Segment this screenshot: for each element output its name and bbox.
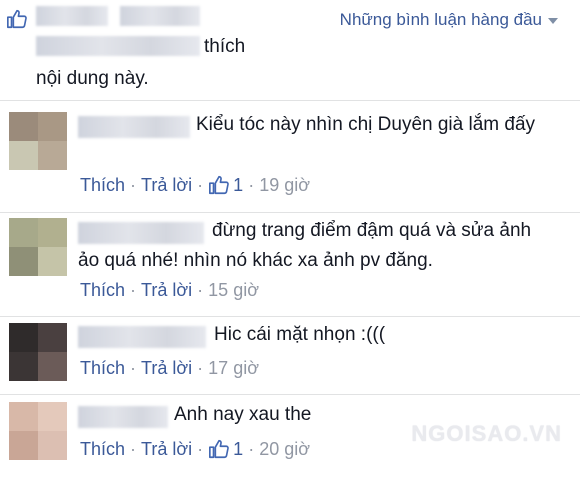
like-link[interactable]: Thích: [80, 358, 125, 379]
comment-item: đừng trang điểm đậm quá và sửa ảnh ảo qu…: [0, 212, 580, 320]
comment-text: Kiểu tóc này nhìn chị Duyên già lắm đấy: [196, 114, 536, 135]
avatar[interactable]: [9, 323, 67, 381]
avatar-pixel: [9, 247, 38, 276]
avatar-pixel: [38, 218, 67, 247]
like-count[interactable]: 1: [208, 438, 243, 460]
comment-time[interactable]: 19 giờ: [259, 175, 310, 196]
avatar[interactable]: [9, 218, 67, 276]
like-count-value: 1: [233, 438, 244, 459]
reply-link[interactable]: Trả lời: [141, 280, 192, 301]
avatar-pixel: [9, 112, 38, 141]
liker-names-blurred: [36, 6, 108, 26]
avatar-pixel: [9, 141, 38, 170]
separator-dot: ·: [248, 174, 255, 195]
like-link[interactable]: Thích: [80, 175, 125, 196]
separator-dot: ·: [130, 174, 137, 195]
separator-dot: ·: [248, 438, 255, 459]
avatar-pixel: [38, 112, 67, 141]
avatar-pixel: [38, 402, 67, 431]
chevron-down-icon: [548, 18, 558, 24]
like-link[interactable]: Thích: [80, 439, 125, 460]
watermark: NGOISAO.VN: [411, 421, 562, 446]
comment-sort-label: Những bình luận hàng đầu: [339, 10, 542, 29]
avatar-pixel: [38, 431, 67, 460]
reply-link[interactable]: Trả lời: [141, 439, 192, 460]
avatar[interactable]: [9, 402, 67, 460]
comment-item: Kiểu tóc này nhìn chị Duyên già lắm đấy …: [0, 100, 580, 212]
separator-dot: ·: [130, 358, 137, 378]
avatar-pixel: [38, 323, 67, 352]
comment-time[interactable]: 17 giờ: [208, 358, 259, 379]
likes-summary-line2: nội dung này.: [36, 68, 149, 89]
likes-summary-suffix: thích: [204, 36, 246, 57]
comment-time[interactable]: 20 giờ: [259, 439, 310, 460]
avatar-pixel: [9, 431, 38, 460]
comment-actions: Thích · Trả lời · 1 · 19 giờ: [80, 174, 310, 196]
like-icon: [7, 9, 27, 29]
reply-link[interactable]: Trả lời: [141, 358, 192, 379]
avatar-pixel: [38, 352, 67, 381]
avatar-pixel: [38, 141, 67, 170]
comment-item: Hic cái mặt nhọn :((( Thích · Trả lời · …: [0, 316, 580, 396]
separator-dot: ·: [197, 280, 204, 300]
like-icon: [209, 439, 230, 459]
separator-dot: ·: [130, 280, 137, 300]
like-count[interactable]: 1: [208, 174, 243, 196]
avatar-pixel: [9, 402, 38, 431]
separator-dot: ·: [197, 174, 204, 195]
liker-names-blurred: [36, 36, 200, 56]
liker-names-blurred: [120, 6, 200, 26]
avatar-pixel: [9, 323, 38, 352]
avatar-pixel: [38, 247, 67, 276]
comment-actions: Thích · Trả lời · 1 · 20 giờ: [80, 438, 310, 460]
like-count-value: 1: [233, 174, 244, 195]
separator-dot: ·: [197, 358, 204, 378]
avatar[interactable]: [9, 112, 67, 170]
comment-actions: Thích · Trả lời · 15 giờ: [80, 280, 259, 301]
like-link[interactable]: Thích: [80, 280, 125, 301]
separator-dot: ·: [130, 438, 137, 459]
comment-text: Hic cái mặt nhọn :(((: [214, 324, 386, 345]
separator-dot: ·: [197, 438, 204, 459]
comment-actions: Thích · Trả lời · 17 giờ: [80, 358, 259, 379]
avatar-pixel: [9, 218, 38, 247]
like-icon: [209, 175, 230, 195]
comment-time[interactable]: 15 giờ: [208, 280, 259, 301]
comment-sort-dropdown[interactable]: Những bình luận hàng đầu: [340, 10, 558, 30]
reply-link[interactable]: Trả lời: [141, 175, 192, 196]
comment-text: đừng trang điểm đậm quá và sửa ảnh ảo qu…: [78, 220, 532, 271]
avatar-pixel: [9, 352, 38, 381]
